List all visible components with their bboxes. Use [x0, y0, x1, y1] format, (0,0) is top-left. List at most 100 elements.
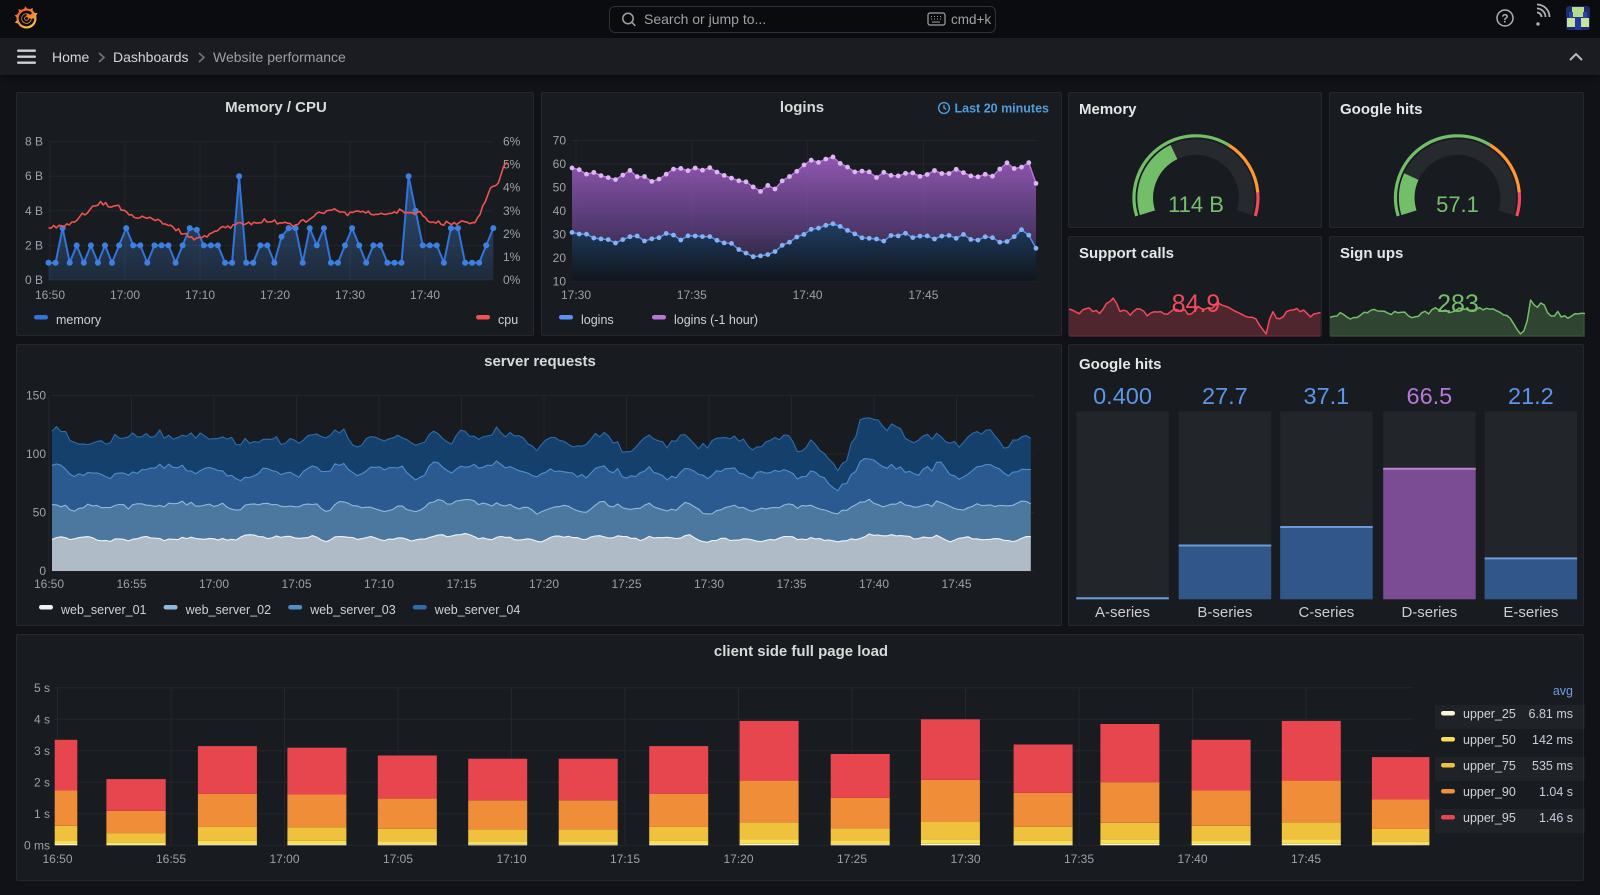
svg-text:17:15: 17:15 [610, 852, 640, 866]
svg-text:Memory / CPU: Memory / CPU [225, 99, 327, 116]
svg-text:6%: 6% [503, 135, 521, 149]
svg-text:A-series: A-series [1095, 604, 1150, 621]
svg-text:0 B: 0 B [25, 273, 43, 287]
svg-text:0.400: 0.400 [1093, 383, 1152, 409]
svg-text:upper_90: upper_90 [1463, 785, 1516, 799]
svg-text:100: 100 [26, 447, 46, 461]
svg-text:avg: avg [1553, 684, 1573, 698]
svg-text:1 s: 1 s [34, 807, 50, 821]
svg-text:17:30: 17:30 [950, 852, 980, 866]
svg-text:16:50: 16:50 [35, 288, 65, 302]
svg-text:21.2: 21.2 [1508, 383, 1554, 409]
svg-text:web_server_03: web_server_03 [309, 603, 396, 617]
svg-text:17:30: 17:30 [335, 288, 365, 302]
svg-text:17:10: 17:10 [364, 577, 394, 591]
svg-text:4 s: 4 s [34, 712, 50, 726]
svg-text:17:05: 17:05 [281, 577, 311, 591]
svg-text:16:55: 16:55 [116, 577, 146, 591]
svg-text:60: 60 [553, 157, 567, 171]
svg-text:1.46 s: 1.46 s [1539, 811, 1573, 825]
svg-text:Google hits: Google hits [1340, 101, 1423, 118]
svg-text:C-series: C-series [1298, 604, 1354, 621]
svg-text:Search or jump to...: Search or jump to... [644, 11, 766, 27]
svg-text:17:00: 17:00 [269, 852, 299, 866]
svg-text:2 s: 2 s [34, 775, 50, 789]
svg-text:17:40: 17:40 [410, 288, 440, 302]
svg-text:web_server_02: web_server_02 [185, 603, 272, 617]
svg-text:2%: 2% [503, 227, 521, 241]
svg-text:17:40: 17:40 [793, 288, 823, 302]
svg-text:17:30: 17:30 [694, 577, 724, 591]
svg-text:50: 50 [553, 181, 567, 195]
svg-text:535 ms: 535 ms [1532, 759, 1573, 773]
svg-text:1%: 1% [503, 250, 521, 264]
svg-text:70: 70 [553, 134, 567, 148]
svg-text:0%: 0% [503, 273, 521, 287]
svg-text:0: 0 [39, 564, 46, 578]
svg-text:10: 10 [553, 274, 567, 288]
svg-text:5 s: 5 s [34, 681, 50, 695]
svg-text:150: 150 [26, 389, 46, 403]
svg-text:?: ? [1501, 14, 1508, 26]
svg-text:Last 20 minutes: Last 20 minutes [955, 102, 1050, 116]
svg-text:cmd+k: cmd+k [951, 12, 991, 27]
svg-text:web_server_04: web_server_04 [434, 603, 521, 617]
svg-text:17:35: 17:35 [776, 577, 806, 591]
svg-text:17:40: 17:40 [1177, 852, 1207, 866]
svg-text:1.04 s: 1.04 s [1539, 785, 1573, 799]
svg-text:4 B: 4 B [25, 204, 43, 218]
svg-text:114 B: 114 B [1168, 192, 1224, 217]
svg-text:memory: memory [56, 313, 102, 327]
svg-text:Memory: Memory [1079, 101, 1137, 118]
svg-text:logins: logins [780, 99, 824, 116]
svg-text:17:10: 17:10 [496, 852, 526, 866]
svg-text:upper_95: upper_95 [1463, 811, 1516, 825]
svg-text:17:15: 17:15 [446, 577, 476, 591]
svg-text:Website performance: Website performance [213, 49, 346, 65]
svg-text:4%: 4% [503, 181, 521, 195]
svg-text:3%: 3% [503, 204, 521, 218]
svg-text:17:45: 17:45 [941, 577, 971, 591]
svg-text:logins (-1 hour): logins (-1 hour) [674, 313, 758, 327]
svg-text:3 s: 3 s [34, 744, 50, 758]
svg-text:27.7: 27.7 [1202, 383, 1248, 409]
svg-text:17:10: 17:10 [185, 288, 215, 302]
svg-text:17:20: 17:20 [723, 852, 753, 866]
svg-text:Sign ups: Sign ups [1340, 245, 1403, 262]
svg-text:upper_75: upper_75 [1463, 759, 1516, 773]
svg-text:upper_50: upper_50 [1463, 733, 1516, 747]
svg-text:16:55: 16:55 [156, 852, 186, 866]
svg-text:17:00: 17:00 [110, 288, 140, 302]
svg-text:server requests: server requests [484, 353, 596, 370]
svg-text:17:45: 17:45 [1291, 852, 1321, 866]
svg-text:cpu: cpu [498, 313, 518, 327]
svg-text:B-series: B-series [1197, 604, 1252, 621]
svg-text:283: 283 [1437, 290, 1479, 318]
svg-text:E-series: E-series [1503, 604, 1558, 621]
svg-text:2 B: 2 B [25, 238, 43, 252]
svg-text:Google hits: Google hits [1079, 356, 1162, 373]
svg-text:84.9: 84.9 [1172, 290, 1221, 318]
svg-text:17:20: 17:20 [260, 288, 290, 302]
svg-text:Dashboards: Dashboards [113, 49, 189, 65]
svg-text:50: 50 [33, 506, 47, 520]
svg-text:30: 30 [553, 227, 567, 241]
svg-text:16:50: 16:50 [42, 852, 72, 866]
svg-text:Support calls: Support calls [1079, 245, 1174, 262]
svg-text:20: 20 [553, 251, 567, 265]
svg-text:17:25: 17:25 [837, 852, 867, 866]
svg-text:40: 40 [553, 204, 567, 218]
svg-text:6 B: 6 B [25, 169, 43, 183]
svg-text:client side full page load: client side full page load [714, 643, 888, 660]
svg-text:upper_25: upper_25 [1463, 707, 1516, 721]
svg-text:D-series: D-series [1401, 604, 1457, 621]
svg-text:57.1: 57.1 [1436, 192, 1479, 217]
svg-text:17:35: 17:35 [1064, 852, 1094, 866]
svg-text:8 B: 8 B [25, 135, 43, 149]
svg-text:web_server_01: web_server_01 [60, 603, 147, 617]
svg-text:17:45: 17:45 [908, 288, 938, 302]
svg-text:66.5: 66.5 [1407, 383, 1453, 409]
svg-text:6.81 ms: 6.81 ms [1529, 707, 1573, 721]
svg-text:17:25: 17:25 [611, 577, 641, 591]
svg-text:17:00: 17:00 [199, 577, 229, 591]
